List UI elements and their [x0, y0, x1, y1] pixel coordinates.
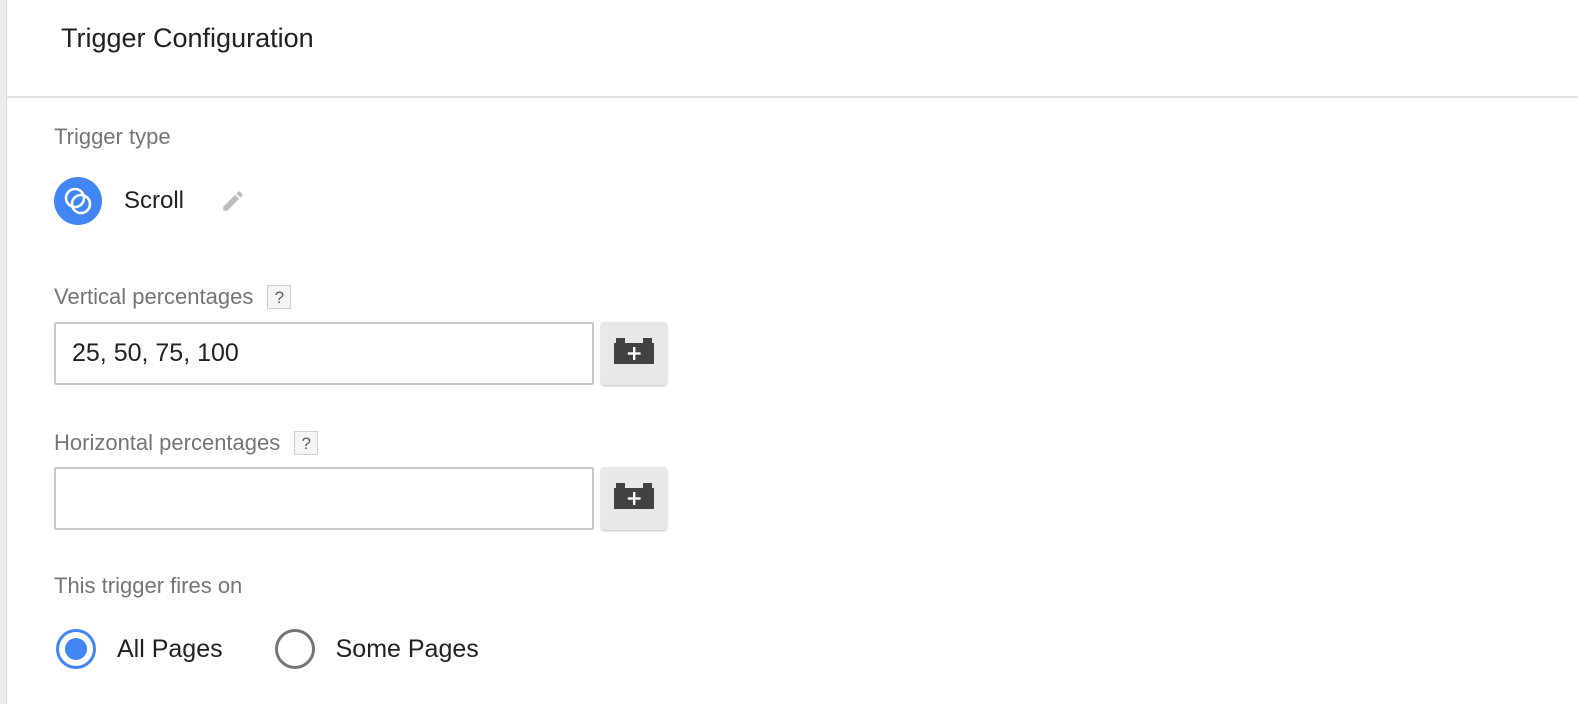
insert-variable-button[interactable]: [601, 322, 667, 385]
trigger-type-label: Trigger type: [54, 124, 171, 149]
horizontal-percentages-input[interactable]: [54, 467, 594, 530]
vertical-percentages-label-row: Vertical percentages ?: [54, 284, 292, 310]
radio-all-pages[interactable]: All Pages: [56, 629, 223, 669]
horizontal-percentages-label: Horizontal percentages: [54, 430, 281, 455]
fires-on-label: This trigger fires on: [54, 573, 243, 598]
variable-brick-icon: [613, 337, 655, 370]
radio-some-pages[interactable]: Some Pages: [274, 629, 479, 669]
help-icon[interactable]: ?: [294, 431, 319, 455]
trigger-type-row[interactable]: Scroll: [54, 177, 248, 225]
scroll-trigger-icon: [54, 177, 102, 225]
vertical-percentages-label: Vertical percentages: [54, 284, 254, 309]
page-title: Trigger Configuration: [61, 23, 314, 53]
help-icon[interactable]: ?: [267, 285, 292, 309]
insert-variable-button[interactable]: [601, 467, 667, 530]
radio-some-pages-label: Some Pages: [335, 634, 479, 663]
variable-brick-icon: [613, 482, 655, 515]
card-header: Trigger Configuration: [7, 0, 1578, 98]
radio-checked-icon[interactable]: [56, 629, 96, 669]
pencil-icon[interactable]: [218, 186, 248, 216]
vertical-percentages-input[interactable]: [54, 322, 594, 385]
trigger-configuration-panel: Trigger Configuration Trigger type Scrol…: [0, 0, 1578, 704]
radio-all-pages-label: All Pages: [117, 634, 223, 663]
panel-left-edge: [0, 0, 7, 704]
radio-unchecked-icon[interactable]: [274, 629, 315, 669]
horizontal-percentages-label-row: Horizontal percentages ?: [54, 430, 319, 456]
trigger-type-name: Scroll: [124, 187, 185, 214]
fires-on-radio-group: All Pages Some Pages: [56, 626, 531, 672]
